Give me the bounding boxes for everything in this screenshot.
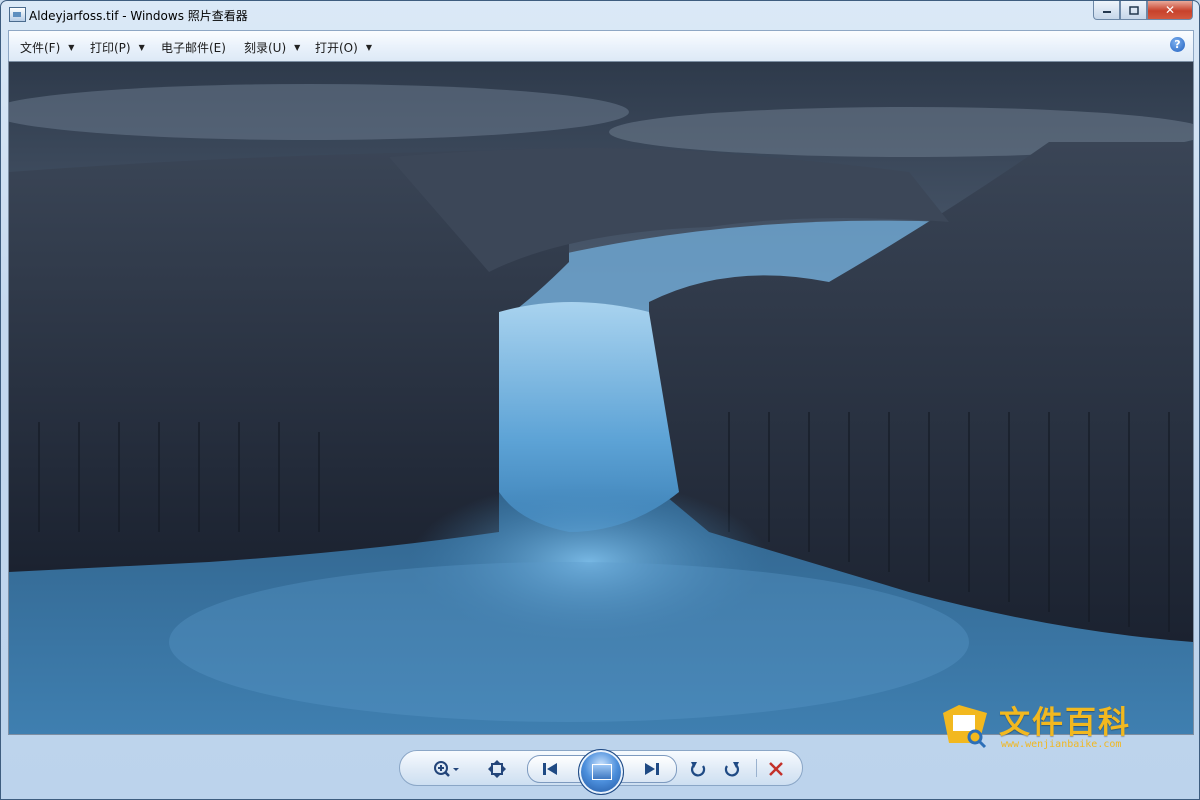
zoom-button[interactable] [430,760,464,778]
help-icon[interactable]: ? [1170,37,1185,52]
minimize-icon [1102,11,1111,13]
close-icon: ✕ [1164,3,1176,17]
bottom-toolbar [1,735,1199,799]
maximize-button[interactable] [1120,1,1147,20]
caption-buttons: ✕ [1093,1,1193,21]
title-bar[interactable]: Aldeyjarfoss.tif - Windows 照片查看器 ✕ [1,1,1199,29]
menu-email-label: 电子邮件(E) [161,41,226,55]
playback-controls [399,749,803,795]
menu-print-label: 打印(P) [90,41,131,55]
chevron-down-icon: ▼ [138,43,145,52]
toolbar-separator [756,759,757,777]
previous-icon [543,763,557,775]
rotate-ccw-button[interactable] [686,760,710,778]
menu-file[interactable]: 文件(F) ▼ [20,39,74,56]
close-button[interactable]: ✕ [1147,1,1193,20]
image-display[interactable] [8,61,1194,735]
window-title: Aldeyjarfoss.tif - Windows 照片查看器 [29,9,248,23]
delete-button[interactable] [764,760,788,778]
chevron-down-icon: ▼ [365,43,372,52]
previous-button[interactable] [538,760,562,778]
chevron-down-icon: ▼ [294,43,301,52]
menu-print[interactable]: 打印(P) ▼ [90,39,145,56]
menu-open[interactable]: 打开(O) ▼ [315,39,372,56]
fit-window-icon [488,760,506,778]
rotate-cw-icon [724,762,739,777]
rotate-ccw-icon [691,762,706,777]
delete-icon [769,762,783,776]
photo-viewer-window: Aldeyjarfoss.tif - Windows 照片查看器 ✕ 文件(F)… [0,0,1200,800]
menu-burn-label: 刻录(U) [244,41,287,55]
app-icon [9,7,26,22]
fit-window-button[interactable] [485,760,509,778]
rotate-cw-button[interactable] [720,760,744,778]
menu-open-label: 打开(O) [315,41,358,55]
menu-email[interactable]: 电子邮件(E) [161,39,226,56]
waterfall-photo [9,62,1193,734]
next-icon [645,763,659,775]
chevron-down-icon: ▼ [68,43,75,52]
slideshow-icon [592,764,612,780]
menu-burn[interactable]: 刻录(U) ▼ [244,39,300,56]
next-button[interactable] [640,760,664,778]
maximize-icon [1128,5,1139,15]
zoom-icon [434,761,459,777]
slideshow-button[interactable] [578,749,624,795]
menu-bar: 文件(F) ▼ 打印(P) ▼ 电子邮件(E) 刻录(U) ▼ 打开(O) ▼ ? [8,30,1194,61]
minimize-button[interactable] [1093,1,1120,20]
menu-file-label: 文件(F) [20,41,61,55]
